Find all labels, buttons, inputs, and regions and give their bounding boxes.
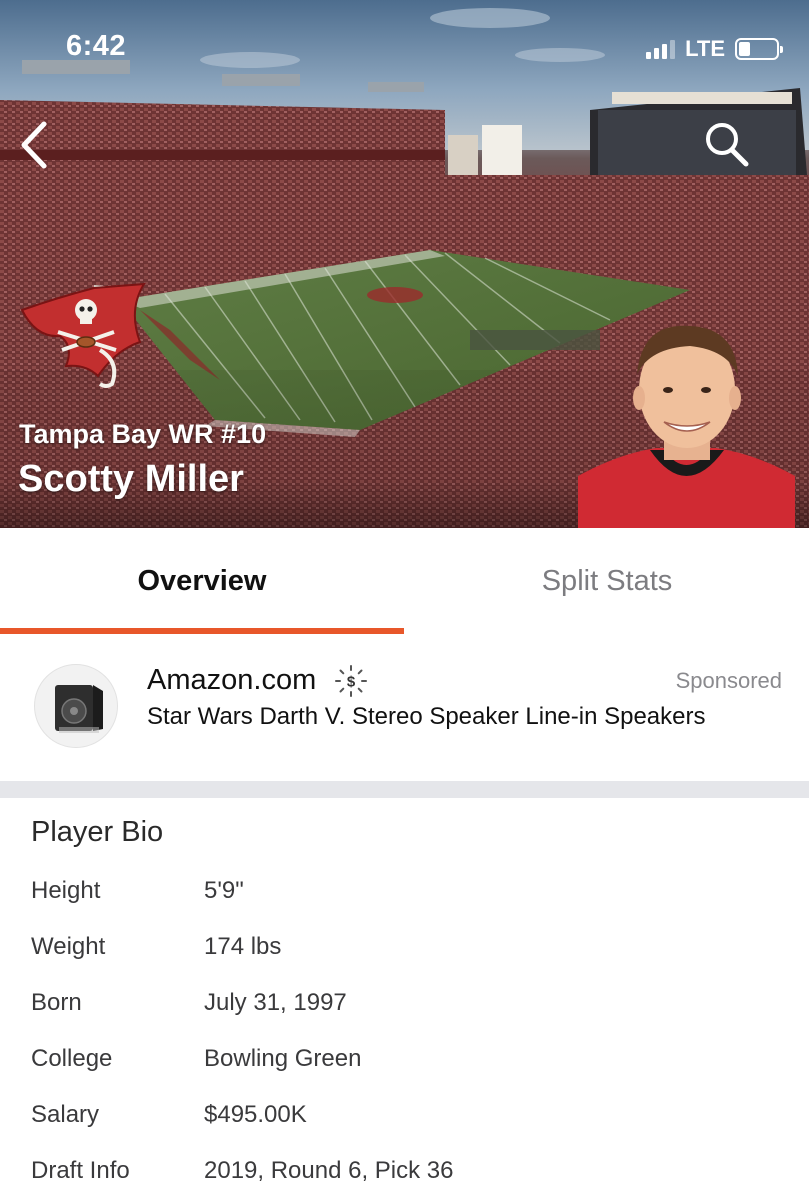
player-team-position: Tampa Bay WR #10 [19, 419, 267, 449]
tab-split-stats[interactable]: Split Stats [405, 528, 809, 634]
bio-label: College [31, 1045, 113, 1072]
bio-value: July 31, 1997 [204, 989, 347, 1016]
bio-row-weight: Weight 174 lbs [0, 933, 809, 973]
cellular-signal-icon [646, 39, 676, 59]
bio-row-height: Height 5'9" [0, 877, 809, 917]
bio-label: Born [31, 989, 82, 1016]
status-indicators: LTE [646, 36, 783, 62]
bio-value: 5'9" [204, 877, 244, 904]
svg-text:$: $ [347, 674, 356, 691]
bio-label: Salary [31, 1101, 100, 1128]
bio-label: Weight [31, 933, 106, 960]
bio-value: 2019, Round 6, Pick 36 [204, 1157, 454, 1184]
section-divider [0, 781, 809, 798]
bio-row-born: Born July 31, 1997 [0, 989, 809, 1029]
ad-product-image[interactable] [34, 664, 118, 748]
active-tab-indicator [0, 628, 404, 634]
ad-title[interactable]: Star Wars Darth V. Stereo Speaker Line-i… [147, 703, 706, 731]
battery-icon [735, 38, 783, 60]
bio-value: $495.00K [204, 1101, 307, 1128]
tab-overview[interactable]: Overview [0, 528, 404, 634]
dollar-badge-icon: $ [335, 665, 367, 697]
bio-label: Height [31, 877, 101, 904]
player-name: Scotty Miller [18, 458, 244, 500]
search-button[interactable] [700, 118, 754, 172]
battery-level [739, 42, 750, 56]
bio-row-college: College Bowling Green [0, 1045, 809, 1085]
bio-value: Bowling Green [204, 1045, 362, 1072]
bio-title: Player Bio [31, 816, 164, 848]
sponsored-ad[interactable]: Amazon.com $ Sponsored Star Wars Darth V… [0, 640, 809, 780]
network-type: LTE [685, 36, 725, 61]
back-button[interactable] [14, 118, 64, 172]
chevron-left-icon [21, 121, 47, 169]
magnifier-icon [706, 123, 749, 167]
bio-value: 174 lbs [204, 933, 282, 960]
bio-row-salary: Salary $495.00K [0, 1101, 809, 1141]
bio-row-draft-info: Draft Info 2019, Round 6, Pick 36 [0, 1157, 809, 1197]
tab-bar: Overview Split Stats [0, 528, 809, 634]
player-hero-header: 6:42 LTE Tampa Bay WR #10 Scotty Miller [0, 0, 809, 528]
player-bio-section: Player Bio Height 5'9" Weight 174 lbs Bo… [0, 798, 809, 1200]
speaker-icon [55, 685, 103, 733]
status-time: 6:42 [66, 30, 127, 62]
team-logo [20, 282, 146, 388]
bio-label: Draft Info [31, 1157, 130, 1184]
ad-brand[interactable]: Amazon.com [147, 664, 316, 697]
player-headshot [578, 325, 795, 528]
sponsored-label: Sponsored [675, 668, 782, 693]
